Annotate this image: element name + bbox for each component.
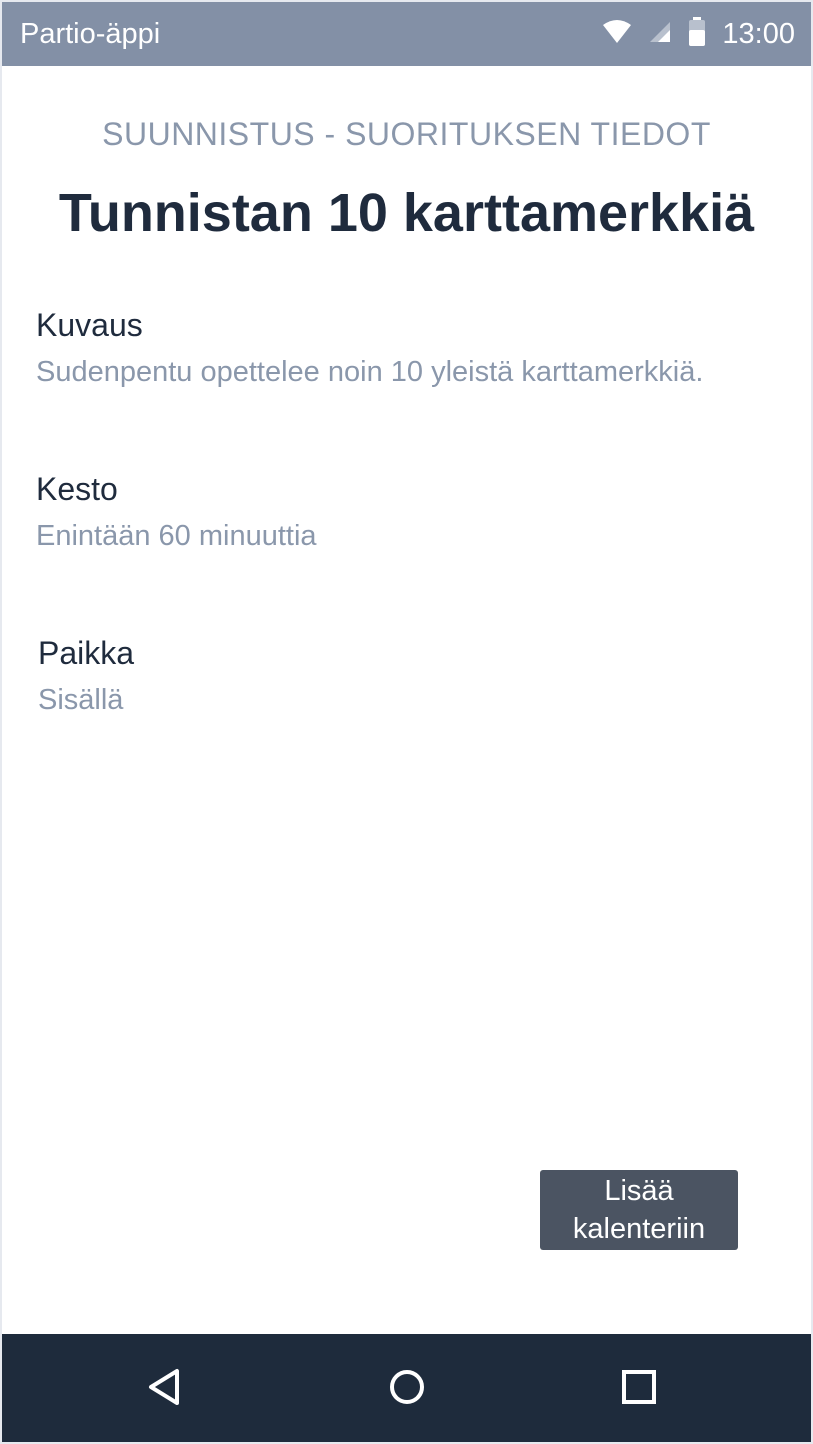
back-icon [145, 1367, 185, 1412]
add-to-calendar-label-line1: Lisää [604, 1175, 674, 1207]
duration-label: Kesto [36, 471, 118, 507]
cell-signal-icon [648, 20, 672, 49]
add-to-calendar-label-line2: kalenteriin [572, 1213, 706, 1245]
duration-field: Kesto Enintään 60 minuuttia [36, 470, 317, 554]
description-label: Kuvaus [36, 307, 143, 343]
add-to-calendar-button[interactable]: Lisää kalenteriin [540, 1170, 738, 1250]
status-time: 13:00 [722, 18, 795, 50]
wifi-icon [602, 19, 632, 50]
navigation-bar [2, 1334, 811, 1442]
recents-button[interactable] [614, 1366, 664, 1412]
app-screen: Partio-äppi 13:00 SUUNNISTUS - SUORITUKS… [2, 2, 811, 1442]
location-label: Paikka [38, 635, 135, 671]
page-title: Tunnistan 10 karttamerkkiä [58, 183, 755, 243]
section-title: SUUNNISTUS - SUORITUKSEN TIEDOT [102, 116, 711, 152]
location-value: Sisällä [38, 684, 124, 716]
duration-value: Enintään 60 minuuttia [36, 520, 317, 552]
recents-icon [619, 1367, 659, 1412]
status-bar: Partio-äppi 13:00 [2, 2, 811, 66]
back-button[interactable] [140, 1366, 190, 1412]
status-icons: 13:00 [602, 16, 795, 52]
description-value: Sudenpentu opettelee noin 10 yleistä kar… [36, 356, 704, 388]
home-button[interactable] [382, 1366, 432, 1412]
app-name: Partio-äppi [20, 18, 161, 50]
home-icon [387, 1367, 427, 1412]
description-field: Kuvaus Sudenpentu opettelee noin 10 ylei… [36, 306, 703, 390]
battery-icon [688, 16, 706, 52]
location-field: Paikka Sisällä [38, 634, 134, 718]
